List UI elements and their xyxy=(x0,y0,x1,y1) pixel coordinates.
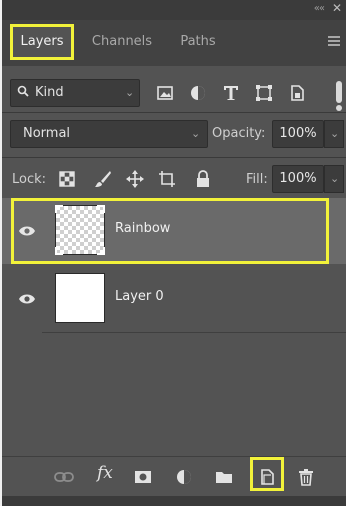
divider xyxy=(2,112,346,113)
tab-layers[interactable]: Layers xyxy=(10,24,74,60)
divider xyxy=(2,157,346,158)
adjustment-layer-icon[interactable] xyxy=(174,467,194,487)
layer-style-fx-icon[interactable]: fx xyxy=(97,463,113,483)
opacity-dropdown[interactable]: ⌄ xyxy=(324,120,344,148)
lock-label: Lock: xyxy=(12,172,47,187)
opacity-label: Opacity: xyxy=(212,126,266,141)
adjustment-filter-icon[interactable] xyxy=(189,84,207,102)
new-group-folder-icon[interactable] xyxy=(214,467,234,487)
layer-thumbnail xyxy=(55,205,105,255)
layer-name[interactable]: Layer 0 xyxy=(115,289,164,304)
chevron-down-icon: ⌄ xyxy=(330,172,340,185)
collapse-panel-icon[interactable]: «« xyxy=(314,3,325,14)
visibility-eye-icon[interactable] xyxy=(18,225,36,237)
fill-label: Fill: xyxy=(246,172,268,187)
tab-paths[interactable]: Paths xyxy=(170,24,226,60)
panel-menu-icon[interactable] xyxy=(328,36,340,46)
layers-panel: «« ✕ Layers Channels Paths Kind ⌄ Normal… xyxy=(2,0,346,506)
chevron-down-icon: ⌄ xyxy=(125,86,135,99)
lock-all-icon[interactable] xyxy=(194,170,212,188)
visibility-eye-icon[interactable] xyxy=(18,293,36,305)
panel-bottom-strip xyxy=(2,496,346,506)
lock-image-pixels-brush-icon[interactable] xyxy=(94,170,112,188)
layer-name[interactable]: Rainbow xyxy=(115,221,170,236)
shape-filter-icon[interactable] xyxy=(255,84,273,102)
blend-mode-label: Normal xyxy=(23,126,71,141)
panel-title-strip: «« ✕ xyxy=(2,0,346,20)
close-panel-icon[interactable]: ✕ xyxy=(332,1,342,15)
new-layer-icon[interactable] xyxy=(257,467,277,487)
chevron-down-icon: ⌄ xyxy=(330,127,340,140)
layer-row-rainbow[interactable]: Rainbow xyxy=(2,198,346,264)
type-filter-icon[interactable] xyxy=(222,84,240,102)
lock-position-move-icon[interactable] xyxy=(126,170,144,188)
layers-bottom-toolbar: fx xyxy=(2,456,346,496)
delete-layer-trash-icon[interactable] xyxy=(296,467,316,487)
smart-object-filter-icon[interactable] xyxy=(288,84,306,102)
add-layer-mask-icon[interactable] xyxy=(133,467,153,487)
lock-transparent-pixels-icon[interactable] xyxy=(58,170,76,188)
layer-filter-row: Kind ⌄ xyxy=(2,76,346,111)
blend-mode-select[interactable]: Normal ⌄ xyxy=(10,120,208,148)
lock-artboard-crop-icon[interactable] xyxy=(158,170,176,188)
filter-kind-label: Kind xyxy=(35,85,64,100)
search-icon xyxy=(17,85,29,97)
chevron-down-icon: ⌄ xyxy=(191,127,201,140)
fill-input[interactable]: 100% xyxy=(272,165,324,193)
filter-toggle-switch[interactable] xyxy=(336,81,342,111)
tab-channels[interactable]: Channels xyxy=(82,24,162,60)
layer-row-layer-0[interactable]: Layer 0 xyxy=(2,266,346,332)
filter-kind-select[interactable]: Kind ⌄ xyxy=(10,79,140,107)
layer-thumbnail xyxy=(55,273,105,323)
divider xyxy=(42,332,346,333)
opacity-input[interactable]: 100% xyxy=(272,120,324,148)
image-filter-icon[interactable] xyxy=(156,84,174,102)
link-layers-icon[interactable] xyxy=(54,467,74,487)
panel-tabs: Layers Channels Paths xyxy=(2,20,346,66)
fill-dropdown[interactable]: ⌄ xyxy=(324,165,344,193)
